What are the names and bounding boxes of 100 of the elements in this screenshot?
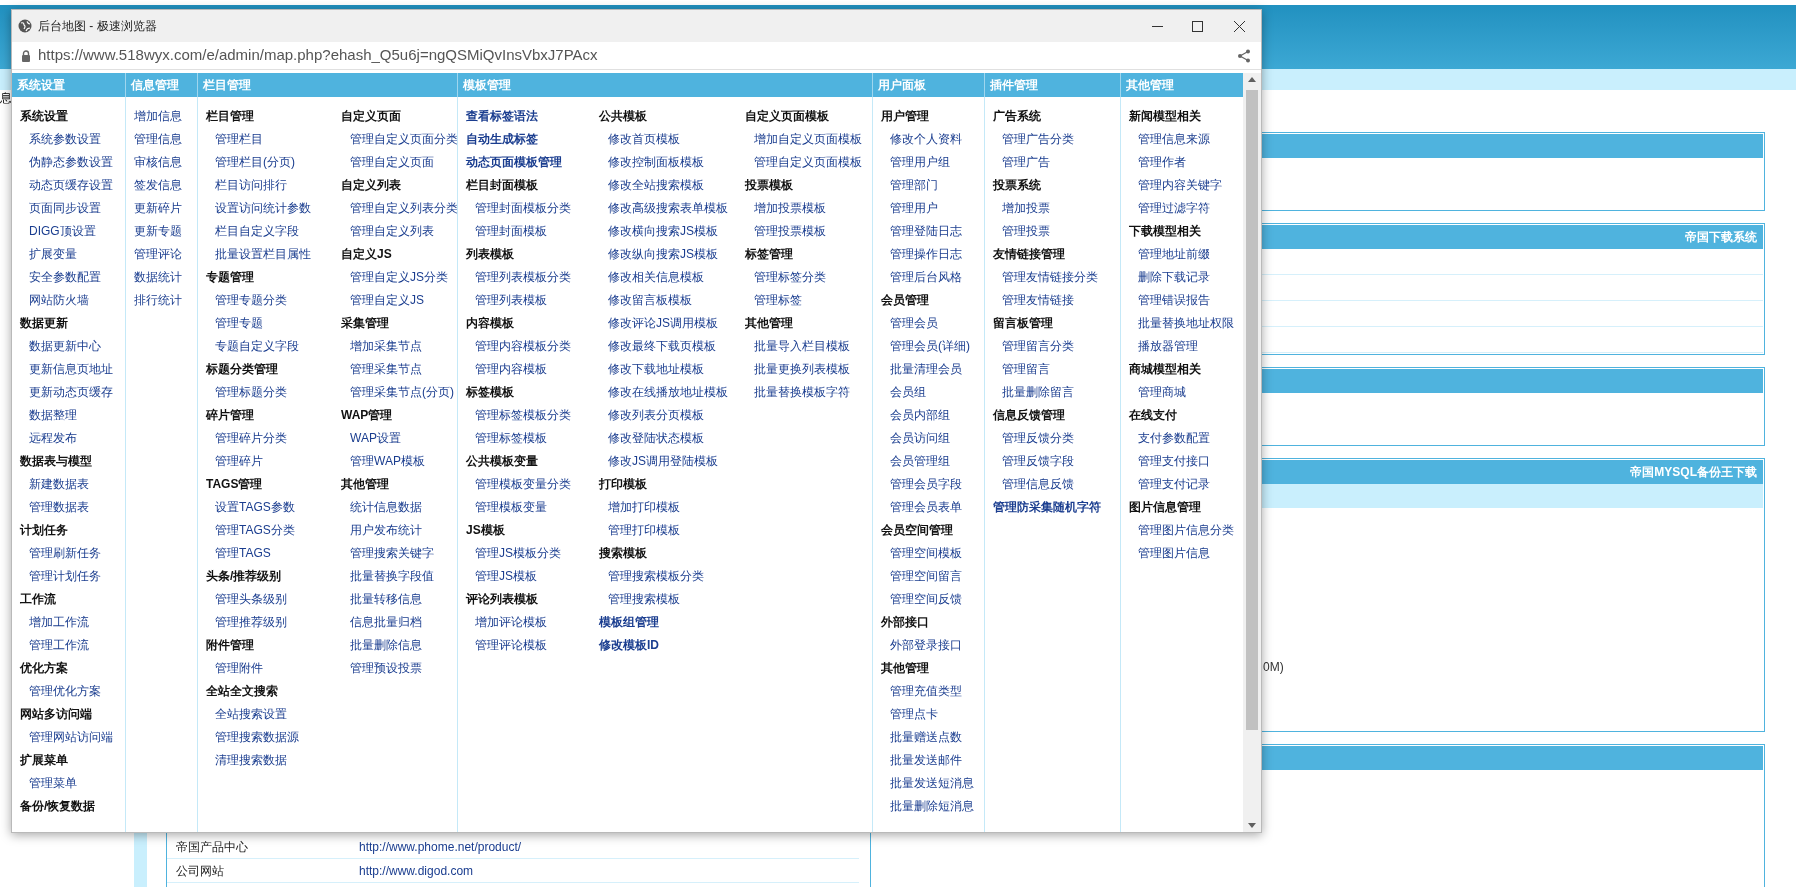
menu-link[interactable]: 管理反馈分类 <box>993 427 1120 450</box>
menu-link[interactable]: 管理碎片 <box>206 450 333 473</box>
menu-link[interactable]: 批量更换列表模板 <box>745 358 873 381</box>
menu-link[interactable]: 增加采集节点 <box>341 335 458 358</box>
menu-link[interactable]: 栏目访问排行 <box>206 174 333 197</box>
menu-link[interactable]: 系统参数设置 <box>20 128 125 151</box>
menu-link[interactable]: 数据整理 <box>20 404 125 427</box>
menu-link[interactable]: 管理信息来源 <box>1129 128 1243 151</box>
menu-link[interactable]: 管理TAGS分类 <box>206 519 333 542</box>
menu-link[interactable]: 管理搜索数据源 <box>206 726 333 749</box>
menu-link[interactable]: 修改JS调用登陆模板 <box>599 450 737 473</box>
menu-link[interactable]: 管理广告 <box>993 151 1120 174</box>
menu-link[interactable]: 设置访问统计参数 <box>206 197 333 220</box>
menu-link[interactable]: 管理采集节点 <box>341 358 458 381</box>
menu-link[interactable]: 管理广告分类 <box>993 128 1120 151</box>
menu-link[interactable]: 管理用户 <box>881 197 984 220</box>
menu-link[interactable]: 网站防火墙 <box>20 289 125 312</box>
menu-link[interactable]: 批量删除短消息 <box>881 795 984 818</box>
menu-link[interactable]: 修改登陆状态模板 <box>599 427 737 450</box>
menu-link[interactable]: 查看标签语法 <box>466 105 591 128</box>
menu-link[interactable]: 管理数据表 <box>20 496 125 519</box>
menu-link[interactable]: 管理工作流 <box>20 634 125 657</box>
menu-link[interactable]: 管理推荐级别 <box>206 611 333 634</box>
menu-link[interactable]: 动态页面模板管理 <box>466 151 591 174</box>
menu-link[interactable]: 批量替换字段值 <box>341 565 458 588</box>
menu-link[interactable]: 管理优化方案 <box>20 680 125 703</box>
menu-link[interactable]: 增加工作流 <box>20 611 125 634</box>
menu-link[interactable]: 信息批量归档 <box>341 611 458 634</box>
menu-link[interactable]: 管理空间模板 <box>881 542 984 565</box>
menu-link[interactable]: 管理TAGS <box>206 542 333 565</box>
menu-link[interactable]: 批量发送邮件 <box>881 749 984 772</box>
menu-link[interactable]: 管理评论 <box>134 243 197 266</box>
menu-link[interactable]: 管理栏目(分页) <box>206 151 333 174</box>
menu-link[interactable]: 管理封面模板 <box>466 220 591 243</box>
menu-link[interactable]: 审核信息 <box>134 151 197 174</box>
menu-link[interactable]: 管理评论模板 <box>466 634 591 657</box>
menu-link[interactable]: 管理地址前缀 <box>1129 243 1243 266</box>
menu-link[interactable]: 管理会员表单 <box>881 496 984 519</box>
menu-link[interactable]: 设置TAGS参数 <box>206 496 333 519</box>
menu-link[interactable]: 管理打印模板 <box>599 519 737 542</box>
menu-link[interactable]: 修改横向搜索JS模板 <box>599 220 737 243</box>
menu-link[interactable]: 修改全站搜索模板 <box>599 174 737 197</box>
menu-link[interactable]: 修改个人资料 <box>881 128 984 151</box>
menu-link[interactable]: 数据更新中心 <box>20 335 125 358</box>
menu-link[interactable]: 管理专题分类 <box>206 289 333 312</box>
menu-link[interactable]: 管理图片信息分类 <box>1129 519 1243 542</box>
menu-link[interactable]: 管理友情链接 <box>993 289 1120 312</box>
menu-link[interactable]: 管理信息反馈 <box>993 473 1120 496</box>
menu-link[interactable]: 管理空间留言 <box>881 565 984 588</box>
menu-link[interactable]: 修改下载地址模板 <box>599 358 737 381</box>
menu-link[interactable]: 管理自定义JS <box>341 289 458 312</box>
menu-link[interactable]: 支付参数配置 <box>1129 427 1243 450</box>
menu-link[interactable]: 管理过滤字符 <box>1129 197 1243 220</box>
menu-link[interactable]: 管理会员 <box>881 312 984 335</box>
menu-link[interactable]: 批量清理会员 <box>881 358 984 381</box>
menu-link[interactable]: 管理防采集随机字符 <box>993 496 1120 519</box>
menu-link[interactable]: 管理搜索模板分类 <box>599 565 737 588</box>
menu-link[interactable]: 管理封面模板分类 <box>466 197 591 220</box>
menu-link[interactable]: 批量赠送点数 <box>881 726 984 749</box>
menu-link[interactable]: 签发信息 <box>134 174 197 197</box>
menu-link[interactable]: 管理WAP模板 <box>341 450 458 473</box>
menu-link[interactable]: 管理作者 <box>1129 151 1243 174</box>
menu-link[interactable]: 用户发布统计 <box>341 519 458 542</box>
menu-link[interactable]: 会员内部组 <box>881 404 984 427</box>
menu-link[interactable]: 远程发布 <box>20 427 125 450</box>
menu-link[interactable]: 批量导入栏目模板 <box>745 335 873 358</box>
menu-link[interactable]: 管理自定义列表分类 <box>341 197 458 220</box>
share-icon[interactable] <box>1237 48 1251 63</box>
menu-link[interactable]: 外部登录接口 <box>881 634 984 657</box>
url-link[interactable]: http://www.phome.net/product/ <box>359 837 522 856</box>
menu-link[interactable]: 修改首页模板 <box>599 128 737 151</box>
menu-link[interactable]: 管理投票模板 <box>745 220 873 243</box>
menu-link[interactable]: DIGG顶设置 <box>20 220 125 243</box>
menu-link[interactable]: 增加投票 <box>993 197 1120 220</box>
menu-link[interactable]: 管理支付记录 <box>1129 473 1243 496</box>
menu-link[interactable]: 管理后台风格 <box>881 266 984 289</box>
menu-link[interactable]: 清理搜索数据 <box>206 749 333 772</box>
menu-link[interactable]: 管理点卡 <box>881 703 984 726</box>
menu-link[interactable]: 管理计划任务 <box>20 565 125 588</box>
menu-link[interactable]: 全站搜索设置 <box>206 703 333 726</box>
menu-link[interactable]: 管理列表模板 <box>466 289 591 312</box>
menu-link[interactable]: 管理支付接口 <box>1129 450 1243 473</box>
menu-link[interactable]: 管理头条级别 <box>206 588 333 611</box>
menu-link[interactable]: 管理自定义页面 <box>341 151 458 174</box>
url-text[interactable]: https://www.518wyx.com/e/admin/map.php?ehash_Q5u6j=ngQSMiQvInsVbxJ7PAcx <box>38 44 598 67</box>
menu-link[interactable]: 页面同步设置 <box>20 197 125 220</box>
menu-link[interactable]: 排行统计 <box>134 289 197 312</box>
menu-link[interactable]: 管理碎片分类 <box>206 427 333 450</box>
menu-link[interactable]: 管理留言 <box>993 358 1120 381</box>
menu-link[interactable]: 管理模板变量分类 <box>466 473 591 496</box>
menu-link[interactable]: 批量删除信息 <box>341 634 458 657</box>
menu-link[interactable]: 管理采集节点(分页) <box>341 381 458 404</box>
menu-link[interactable]: 管理附件 <box>206 657 333 680</box>
menu-link[interactable]: 管理标签模板分类 <box>466 404 591 427</box>
menu-link[interactable]: 修改在线播放地址模板 <box>599 381 737 404</box>
menu-link[interactable]: 管理模板变量 <box>466 496 591 519</box>
menu-link[interactable]: 栏目自定义字段 <box>206 220 333 243</box>
menu-link[interactable]: 扩展变量 <box>20 243 125 266</box>
menu-link[interactable]: 管理图片信息 <box>1129 542 1243 565</box>
menu-link[interactable]: 修改高级搜索表单模板 <box>599 197 737 220</box>
